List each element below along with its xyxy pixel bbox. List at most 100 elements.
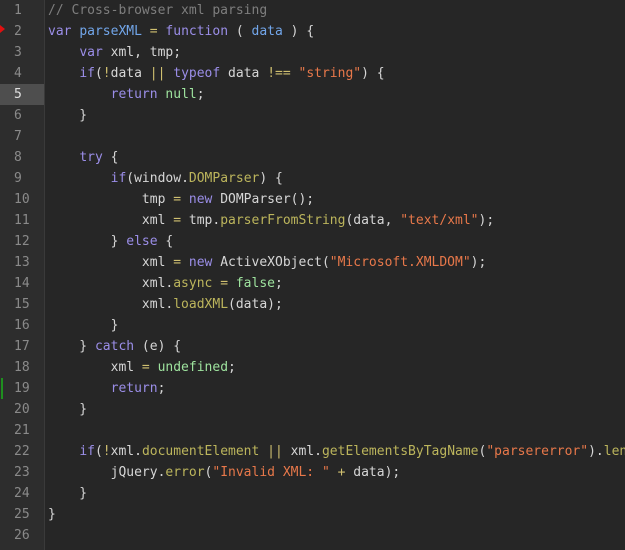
line-number-text: 10 bbox=[14, 192, 30, 207]
line-number[interactable]: 14 bbox=[0, 273, 44, 294]
line-number[interactable]: 7 bbox=[0, 126, 44, 147]
line-number-text: 13 bbox=[14, 255, 30, 270]
line-number[interactable]: 1 bbox=[0, 0, 44, 21]
code-line[interactable]: xml = new ActiveXObject("Microsoft.XMLDO… bbox=[48, 252, 625, 273]
token-text: data); bbox=[345, 465, 401, 480]
line-number[interactable]: 20 bbox=[0, 399, 44, 420]
line-number-text: 2 bbox=[14, 24, 22, 39]
line-number-text: 20 bbox=[14, 402, 30, 417]
code-line[interactable]: jQuery.error("Invalid XML: " + data); bbox=[48, 462, 625, 483]
line-number-text: 6 bbox=[14, 108, 22, 123]
line-number[interactable]: 11 bbox=[0, 210, 44, 231]
code-line[interactable]: } bbox=[48, 315, 625, 336]
token-text: ); bbox=[478, 213, 495, 228]
line-number[interactable]: 3 bbox=[0, 42, 44, 63]
token-text: ) { bbox=[259, 171, 283, 186]
code-line[interactable]: } bbox=[48, 483, 625, 504]
line-number-text: 12 bbox=[14, 234, 30, 249]
code-line[interactable]: ​ bbox=[48, 525, 625, 546]
code-line[interactable]: // Cross-browser xml parsing bbox=[48, 0, 625, 21]
token-operator: ! bbox=[102, 66, 111, 81]
code-line[interactable]: } else { bbox=[48, 231, 625, 252]
token-keyword: if bbox=[79, 444, 95, 459]
line-number[interactable]: 17 bbox=[0, 336, 44, 357]
token-keyword: if bbox=[79, 66, 95, 81]
token-text: ) { bbox=[282, 24, 315, 39]
line-number[interactable]: 6 bbox=[0, 105, 44, 126]
token-text: { bbox=[102, 150, 119, 165]
code-line[interactable]: tmp = new DOMParser(); bbox=[48, 189, 625, 210]
code-line[interactable]: } catch (e) { bbox=[48, 336, 625, 357]
breakpoint-marker-icon[interactable] bbox=[0, 25, 5, 33]
token-text: ; bbox=[157, 381, 166, 396]
line-number-text: 19 bbox=[14, 381, 30, 396]
token-text: (data, bbox=[345, 213, 401, 228]
token-keyword: if bbox=[110, 171, 127, 186]
line-number[interactable]: 4 bbox=[0, 63, 44, 84]
line-number-text: 1 bbox=[14, 3, 22, 18]
token-identifier: parseXML bbox=[79, 24, 142, 39]
code-line[interactable]: if(window.DOMParser) { bbox=[48, 168, 625, 189]
token-text: ; bbox=[228, 360, 236, 375]
token-literal: false bbox=[235, 276, 275, 291]
code-line[interactable]: try { bbox=[48, 147, 625, 168]
token-text: (e) { bbox=[134, 339, 182, 354]
line-number[interactable]: 2 bbox=[0, 21, 44, 42]
code-line[interactable]: } bbox=[48, 399, 625, 420]
line-number[interactable]: 5 bbox=[0, 84, 44, 105]
token-text: } bbox=[48, 402, 88, 417]
line-number[interactable]: 23 bbox=[0, 462, 44, 483]
code-line[interactable]: var parseXML = function ( data ) { bbox=[48, 21, 625, 42]
token-text: (window. bbox=[126, 171, 189, 186]
token-text: (data); bbox=[228, 297, 283, 312]
line-number[interactable]: 8 bbox=[0, 147, 44, 168]
code-line[interactable]: ​ bbox=[48, 126, 625, 147]
code-line[interactable]: var xml, tmp; bbox=[48, 42, 625, 63]
token-keyword: catch bbox=[94, 339, 135, 354]
line-number[interactable]: 19 bbox=[0, 378, 44, 399]
code-line[interactable]: xml.loadXML(data); bbox=[48, 294, 625, 315]
code-line[interactable]: } bbox=[48, 105, 625, 126]
code-line[interactable]: return; bbox=[48, 378, 625, 399]
line-number-gutter[interactable]: 1 2 3 4 5 6 7 8 9 10 11 12 13 14 15 16 17 18 19 20 21 22 23 24 2… bbox=[0, 0, 45, 550]
token-string-literal: "text/xml" bbox=[400, 213, 479, 228]
code-line[interactable]: if(!data || typeof data !== "string") { bbox=[48, 63, 625, 84]
line-number[interactable]: 12 bbox=[0, 231, 44, 252]
line-number[interactable]: 16 bbox=[0, 315, 44, 336]
token-keyword: var bbox=[48, 24, 72, 39]
line-number[interactable]: 22 bbox=[0, 441, 44, 462]
line-number[interactable]: 15 bbox=[0, 294, 44, 315]
token-text: ( bbox=[94, 66, 103, 81]
code-line[interactable]: ​ bbox=[48, 420, 625, 441]
line-number-text: 24 bbox=[14, 486, 30, 501]
token-keyword: new bbox=[188, 192, 213, 207]
token-property: DOMParser bbox=[188, 171, 260, 186]
line-number-text: 9 bbox=[14, 171, 22, 186]
code-line[interactable]: return null; bbox=[48, 84, 625, 105]
line-number[interactable]: 26 bbox=[0, 525, 44, 546]
line-number[interactable]: 13 bbox=[0, 252, 44, 273]
code-editor[interactable]: // Cross-browser xml parsing var parseXML… bbox=[48, 0, 625, 550]
line-number[interactable]: 21 bbox=[0, 420, 44, 441]
code-line[interactable]: xml.async = false; bbox=[48, 273, 625, 294]
line-number[interactable]: 24 bbox=[0, 483, 44, 504]
line-number[interactable]: 10 bbox=[0, 189, 44, 210]
line-number-text: 23 bbox=[14, 465, 30, 480]
code-line[interactable]: xml = tmp.parserFromString(data, "text/x… bbox=[48, 210, 625, 231]
token-identifier: data bbox=[251, 24, 283, 39]
line-number[interactable]: 18 bbox=[0, 357, 44, 378]
token-text: xml. bbox=[110, 444, 142, 459]
token-property: error bbox=[165, 465, 205, 480]
code-line[interactable]: } bbox=[48, 504, 625, 525]
line-number[interactable]: 9 bbox=[0, 168, 44, 189]
token-text: tmp. bbox=[181, 213, 221, 228]
line-number[interactable]: 25 bbox=[0, 504, 44, 525]
token-text: ); bbox=[470, 255, 487, 270]
line-number-text: 21 bbox=[14, 423, 30, 438]
code-line[interactable]: xml = undefined; bbox=[48, 357, 625, 378]
code-line[interactable]: if(!xml.documentElement || xml.getElemen… bbox=[48, 441, 625, 462]
token-text: ; bbox=[196, 87, 205, 102]
